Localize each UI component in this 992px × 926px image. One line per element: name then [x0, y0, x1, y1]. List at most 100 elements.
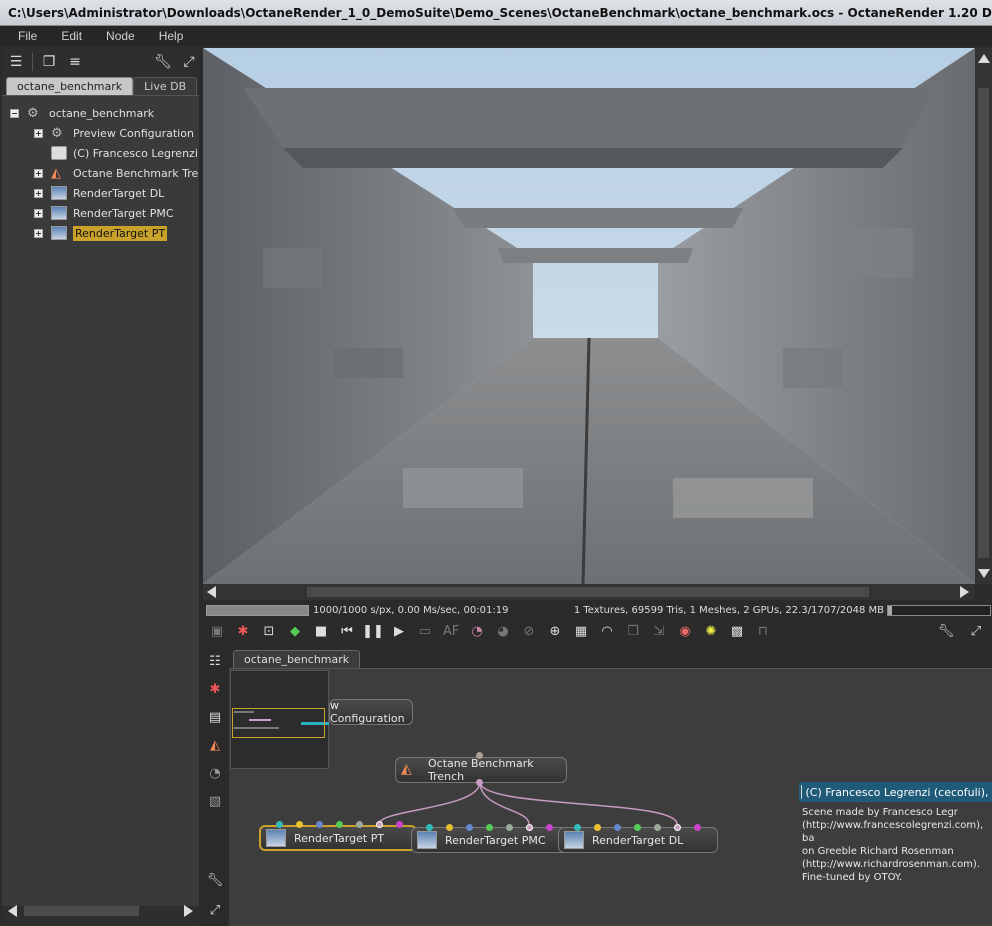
expand-toggle[interactable]: +: [34, 168, 43, 178]
scroll-right-icon[interactable]: [184, 905, 193, 917]
play-icon[interactable]: ▶: [389, 621, 409, 641]
graph-minimap[interactable]: [230, 670, 329, 769]
pin[interactable]: [486, 824, 493, 831]
node-preview-configuration[interactable]: w Configuration: [329, 699, 413, 725]
pin[interactable]: [674, 824, 681, 831]
save-image-icon[interactable]: ▣: [207, 621, 227, 641]
tab-octane-benchmark[interactable]: octane_benchmark: [6, 77, 134, 95]
pin[interactable]: [396, 821, 403, 828]
collapse-toggle[interactable]: −: [10, 108, 19, 118]
stop-icon[interactable]: ■: [311, 621, 331, 641]
pin[interactable]: [546, 824, 553, 831]
scrollbar-thumb[interactable]: [307, 587, 869, 597]
add-rendertarget-icon[interactable]: ▤: [205, 707, 225, 727]
object-picker-icon[interactable]: ◕: [493, 621, 513, 641]
pin[interactable]: [654, 824, 661, 831]
menu-edit[interactable]: Edit: [49, 29, 94, 43]
node-rendertarget-pt[interactable]: RenderTarget PT: [259, 825, 417, 851]
export-icon[interactable]: ⇲: [649, 621, 669, 641]
tree-item-mesh[interactable]: + ◭ Octane Benchmark Trench: [34, 163, 199, 183]
checker-icon[interactable]: ▦: [571, 621, 591, 641]
autofocus-icon[interactable]: AF: [441, 621, 461, 641]
outliner-horizontal-scrollbar[interactable]: [8, 904, 193, 918]
scroll-left-icon[interactable]: [8, 905, 17, 917]
mesh-output-pin[interactable]: [476, 779, 483, 786]
pin[interactable]: [506, 824, 513, 831]
copy-icon[interactable]: ❐: [623, 621, 643, 641]
display-icon[interactable]: ▭: [415, 621, 435, 641]
tree-item-root[interactable]: − ⚙ octane_benchmark: [10, 103, 154, 123]
scroll-down-icon[interactable]: [978, 569, 990, 578]
add-mesh-icon[interactable]: ◭: [205, 735, 225, 755]
tree-item-rendertarget-dl[interactable]: + RenderTarget DL: [34, 183, 164, 203]
expand-toggle[interactable]: +: [34, 188, 43, 198]
pin[interactable]: [594, 824, 601, 831]
pin[interactable]: [376, 821, 383, 828]
tree-item-rendertarget-pt[interactable]: + RenderTarget PT: [34, 223, 168, 243]
tree-item-preview-configuration[interactable]: + ⚙ Preview Configuration: [34, 123, 194, 143]
zoom-icon[interactable]: ⊕: [545, 621, 565, 641]
comment-node[interactable]: (C) Francesco Legrenzi (cecofuli), 2 Sce…: [799, 782, 992, 888]
scroll-right-icon[interactable]: [960, 586, 969, 598]
pin[interactable]: [614, 824, 621, 831]
node-rendertarget-pmc[interactable]: RenderTarget PMC: [411, 827, 571, 853]
pin[interactable]: [526, 824, 533, 831]
expand-toggle[interactable]: +: [34, 128, 43, 138]
restart-icon[interactable]: ⏮: [337, 621, 357, 641]
collapse-icon[interactable]: ≡: [65, 52, 85, 72]
copy-icon[interactable]: ❐: [39, 52, 59, 72]
expand-toggle[interactable]: +: [34, 228, 43, 238]
wrench-icon[interactable]: 🔧︎: [205, 870, 225, 890]
lock-icon[interactable]: ◉: [675, 621, 695, 641]
tab-live-db[interactable]: Live DB: [133, 77, 198, 95]
pin[interactable]: [694, 824, 701, 831]
padlock-icon[interactable]: ⊓: [753, 621, 773, 641]
tree-item-rendertarget-pmc[interactable]: + RenderTarget PMC: [34, 203, 174, 223]
scrollbar-thumb[interactable]: [978, 88, 989, 558]
tab-graph-octane-benchmark[interactable]: octane_benchmark: [233, 650, 361, 668]
add-material-icon[interactable]: ◔: [205, 763, 225, 783]
viewport-horizontal-scrollbar[interactable]: [203, 584, 975, 600]
recenter-graph-icon[interactable]: ✱: [205, 679, 225, 699]
scrollbar-thumb[interactable]: [24, 906, 139, 916]
tree-view-icon[interactable]: ☰: [6, 52, 26, 72]
mesh-input-pin[interactable]: [476, 752, 483, 759]
graph-layout-icon[interactable]: ☷: [205, 651, 225, 671]
render-viewport[interactable]: [203, 48, 975, 584]
gauge-icon[interactable]: ◠: [597, 621, 617, 641]
pin[interactable]: [574, 824, 581, 831]
pin[interactable]: [336, 821, 343, 828]
expand-toggle[interactable]: +: [34, 208, 43, 218]
scroll-left-icon[interactable]: [207, 586, 216, 598]
minimap-viewport[interactable]: [232, 708, 325, 738]
pin[interactable]: [466, 824, 473, 831]
sun-icon[interactable]: ✺: [701, 621, 721, 641]
maximize-icon[interactable]: ⤢: [966, 621, 986, 641]
camera-target-icon[interactable]: ⊘: [519, 621, 539, 641]
environment-icon[interactable]: ▩: [727, 621, 747, 641]
pin[interactable]: [296, 821, 303, 828]
material-picker-icon[interactable]: ◔: [467, 621, 487, 641]
region-icon[interactable]: ⊡: [259, 621, 279, 641]
maximize-icon[interactable]: ⤢: [205, 900, 225, 920]
pin[interactable]: [316, 821, 323, 828]
pin[interactable]: [276, 821, 283, 828]
menu-node[interactable]: Node: [94, 29, 147, 43]
pin[interactable]: [426, 824, 433, 831]
menu-file[interactable]: File: [6, 29, 49, 43]
wrench-icon[interactable]: 🔧︎: [153, 52, 173, 72]
node-graph-canvas[interactable]: w Configuration ◭ Octane Benchmark Trenc…: [229, 669, 992, 926]
recenter-icon[interactable]: ✱: [233, 621, 253, 641]
pin[interactable]: [634, 824, 641, 831]
comment-node-header[interactable]: (C) Francesco Legrenzi (cecofuli), 2: [799, 782, 992, 802]
color-cube-icon[interactable]: ◆: [285, 621, 305, 641]
scroll-up-icon[interactable]: [978, 54, 990, 63]
tree-item-comment[interactable]: (C) Francesco Legrenzi (ce: [51, 143, 199, 163]
pin[interactable]: [356, 821, 363, 828]
viewport-vertical-scrollbar[interactable]: [975, 48, 992, 584]
maximize-icon[interactable]: ⤢: [179, 52, 199, 72]
add-texture-icon[interactable]: ▧: [205, 791, 225, 811]
pin[interactable]: [446, 824, 453, 831]
pause-icon[interactable]: ❚❚: [362, 621, 384, 641]
menu-help[interactable]: Help: [147, 29, 196, 43]
